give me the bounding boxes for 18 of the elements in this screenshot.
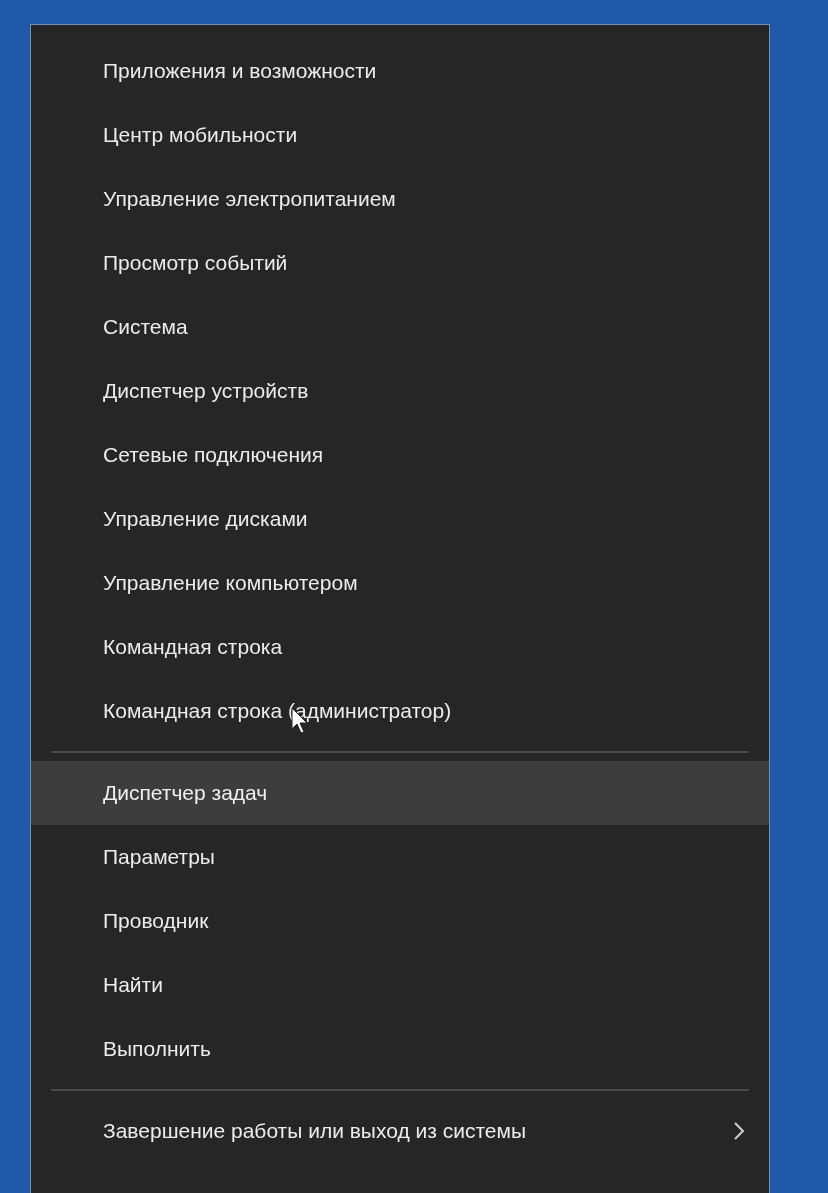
menu-item[interactable]: Выполнить bbox=[31, 1017, 769, 1081]
menu-item[interactable]: Просмотр событий bbox=[31, 231, 769, 295]
menu-item[interactable]: Диспетчер задач bbox=[31, 761, 769, 825]
menu-item[interactable]: Приложения и возможности bbox=[31, 39, 769, 103]
menu-item[interactable]: Проводник bbox=[31, 889, 769, 953]
chevron-right-icon bbox=[733, 1121, 745, 1141]
menu-item[interactable]: Командная строка bbox=[31, 615, 769, 679]
menu-item[interactable]: Управление компьютером bbox=[31, 551, 769, 615]
menu-item[interactable]: Параметры bbox=[31, 825, 769, 889]
menu-item[interactable]: Сетевые подключения bbox=[31, 423, 769, 487]
menu-item[interactable]: Завершение работы или выход из системы bbox=[31, 1099, 769, 1163]
menu-item[interactable]: Система bbox=[31, 295, 769, 359]
menu-item[interactable]: Командная строка (администратор) bbox=[31, 679, 769, 743]
menu-item[interactable]: Центр мобильности bbox=[31, 103, 769, 167]
menu-item[interactable]: Управление электропитанием bbox=[31, 167, 769, 231]
menu-item[interactable]: Диспетчер устройств bbox=[31, 359, 769, 423]
menu-item[interactable]: Найти bbox=[31, 953, 769, 1017]
menu-item[interactable]: Управление дисками bbox=[31, 487, 769, 551]
